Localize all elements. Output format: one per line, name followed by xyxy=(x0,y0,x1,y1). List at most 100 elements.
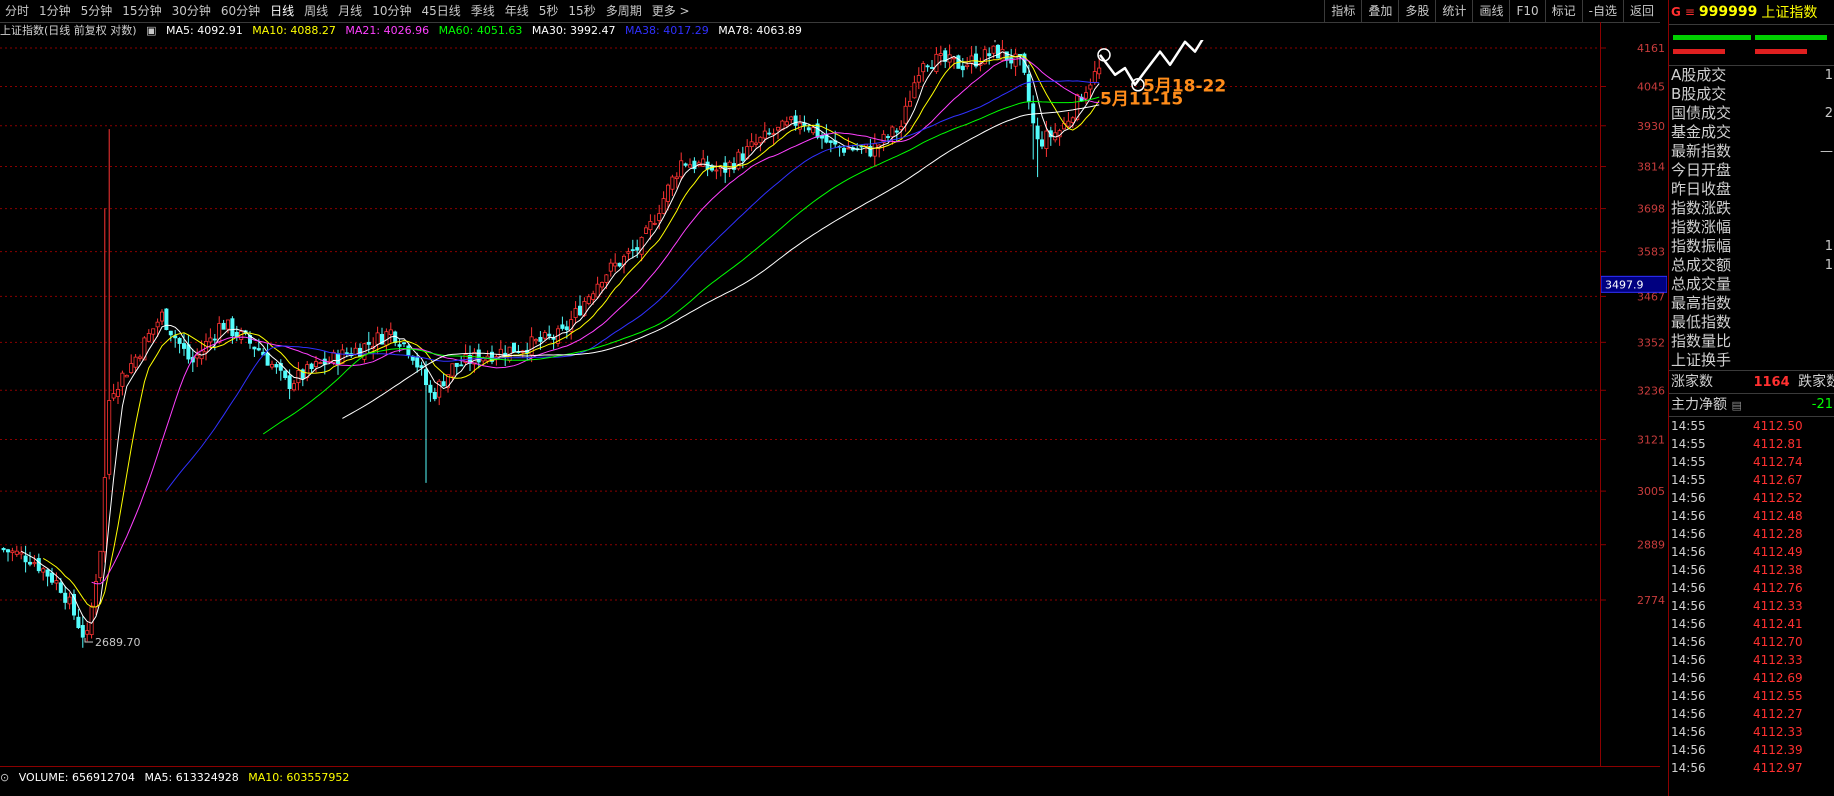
period-tab-0[interactable]: 分时 xyxy=(0,0,34,22)
advance-label: 涨家数 xyxy=(1671,374,1713,390)
tick-row: 14:55 4112.50 xyxy=(1669,417,1834,435)
tick-time: 14:56 xyxy=(1671,599,1706,613)
candle-body xyxy=(335,353,340,365)
candle-body xyxy=(19,551,24,555)
period-tab-12[interactable]: 年线 xyxy=(500,0,534,22)
tool-button-1[interactable]: 叠加 xyxy=(1361,0,1398,22)
tick-time: 14:56 xyxy=(1671,671,1706,685)
ma5-label: MA5: 4092.91 xyxy=(165,24,243,37)
candle-body xyxy=(996,44,1001,59)
candle-body xyxy=(903,105,908,124)
candle-body xyxy=(534,339,539,342)
period-tab-3[interactable]: 15分钟 xyxy=(117,0,166,22)
tick-row: 14:55 4112.67 xyxy=(1669,471,1834,489)
tick-row: 14:56 4112.39 xyxy=(1669,741,1834,759)
ma21-label: MA21: 4026.96 xyxy=(345,24,430,37)
candle-body xyxy=(890,126,895,137)
period-tab-16[interactable]: 更多 > xyxy=(647,0,695,22)
decline-label: 跌家数 xyxy=(1798,374,1834,390)
candle-body xyxy=(384,331,389,346)
candle-body xyxy=(309,363,314,370)
candle-body xyxy=(454,362,459,367)
group-icon[interactable]: G xyxy=(1671,5,1681,19)
candle-body xyxy=(353,347,358,355)
candle-body xyxy=(595,283,600,298)
tick-row: 14:56 4112.33 xyxy=(1669,651,1834,669)
candle-body xyxy=(938,53,943,56)
tick-price: 4112.69 xyxy=(1753,671,1803,685)
net-flow-label: 主力净额 xyxy=(1671,397,1727,413)
candle-body xyxy=(1084,92,1089,99)
period-tab-2[interactable]: 5分钟 xyxy=(76,0,118,22)
candle-body xyxy=(58,582,63,593)
period-tab-9[interactable]: 10分钟 xyxy=(367,0,416,22)
tick-price: 4112.67 xyxy=(1753,473,1803,487)
stat-row: 指数涨跌 xyxy=(1669,199,1834,218)
candle-body xyxy=(164,308,169,330)
candle-body xyxy=(423,369,428,386)
kline-chart[interactable]: 4197.232689.705月65月18-225月11-15 xyxy=(0,40,1600,764)
candle-body xyxy=(291,383,296,391)
candle-body xyxy=(639,236,644,255)
candle-body xyxy=(27,561,32,565)
candle-body xyxy=(441,381,446,387)
period-tab-5[interactable]: 60分钟 xyxy=(216,0,265,22)
tool-button-8[interactable]: 返回 xyxy=(1622,0,1660,22)
tool-button-7[interactable]: -自选 xyxy=(1581,0,1623,22)
stat-row: 最高指数 xyxy=(1669,294,1834,313)
volume-legend-icon[interactable]: ⊙ xyxy=(0,771,9,784)
candle-body xyxy=(177,338,182,344)
candle-body xyxy=(1097,67,1102,75)
candle-body xyxy=(960,65,965,71)
tool-button-0[interactable]: 指标 xyxy=(1324,0,1361,22)
menu-icon[interactable]: ≡ xyxy=(1685,5,1695,19)
period-tab-11[interactable]: 季线 xyxy=(466,0,500,22)
tick-price: 4112.27 xyxy=(1753,707,1803,721)
period-tab-6[interactable]: 日线 xyxy=(265,0,299,22)
candle-body xyxy=(14,550,19,555)
ma-legend-icon[interactable]: ▣ xyxy=(146,24,156,37)
tick-row: 14:56 4112.28 xyxy=(1669,525,1834,543)
period-tab-7[interactable]: 周线 xyxy=(299,0,333,22)
tool-button-5[interactable]: F10 xyxy=(1509,0,1544,22)
period-tab-13[interactable]: 5秒 xyxy=(534,0,564,22)
candle-body xyxy=(318,362,323,364)
period-tab-15[interactable]: 多周期 xyxy=(601,0,647,22)
period-tab-10[interactable]: 45日线 xyxy=(416,0,465,22)
candle-body xyxy=(375,332,380,345)
panel-header: G ≡ 999999 上证指数 xyxy=(1669,0,1834,25)
candle-body xyxy=(872,143,877,157)
stat-label: 指数涨幅 xyxy=(1671,218,1732,236)
advance-value: 1164 xyxy=(1753,375,1790,390)
tick-time: 14:55 xyxy=(1671,419,1706,433)
quote-panel: G ≡ 999999 上证指数 A股成交 1 B股成交 国债成交 2 基金成交 最新指数 — 今… xyxy=(1668,0,1834,796)
period-tab-4[interactable]: 30分钟 xyxy=(167,0,216,22)
period-tab-14[interactable]: 15秒 xyxy=(563,0,600,22)
red-bar-left xyxy=(1673,49,1725,54)
candle-body xyxy=(102,477,107,553)
low-label: 2689.70 xyxy=(95,636,141,649)
tool-button-3[interactable]: 统计 xyxy=(1435,0,1472,22)
candle-body xyxy=(265,352,270,366)
stat-row: 最新指数 — xyxy=(1669,142,1834,161)
candle-body xyxy=(723,162,728,173)
red-bar-right xyxy=(1755,49,1807,54)
chart-title: 上证指数(日线 前复权 对数) xyxy=(0,24,137,37)
tick-price: 4112.48 xyxy=(1753,509,1803,523)
period-tab-1[interactable]: 1分钟 xyxy=(34,0,76,22)
period-tab-8[interactable]: 月线 xyxy=(333,0,367,22)
tick-price: 4112.55 xyxy=(1753,689,1803,703)
candle-body xyxy=(586,296,591,304)
tick-price: 4112.49 xyxy=(1753,545,1803,559)
low-marker xyxy=(84,638,93,643)
tool-button-6[interactable]: 标记 xyxy=(1544,0,1582,22)
tick-time: 14:56 xyxy=(1671,581,1706,595)
net-flow-icon[interactable]: ▤ xyxy=(1731,399,1741,412)
candle-body xyxy=(798,122,803,130)
candle-body xyxy=(54,580,59,584)
tool-button-4[interactable]: 画线 xyxy=(1472,0,1509,22)
tool-button-2[interactable]: 多股 xyxy=(1398,0,1435,22)
candle-body xyxy=(225,319,230,330)
candle-body xyxy=(129,363,134,374)
candle-body xyxy=(401,342,406,345)
